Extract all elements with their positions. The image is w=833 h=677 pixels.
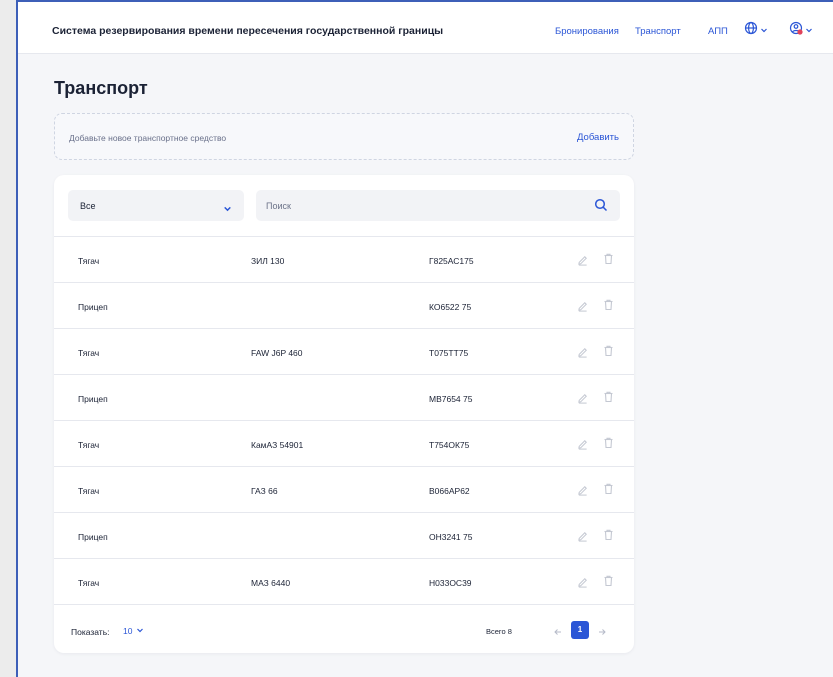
vehicle-model: ЗИЛ 130 — [251, 256, 285, 266]
table-footer: Показать: 10 Всего 8 1 — [54, 604, 634, 653]
nav-transport[interactable]: Транспорт — [635, 26, 681, 37]
table-row: Тягач ГАЗ 66 В066АР62 — [54, 466, 634, 512]
vehicle-type-select[interactable]: Все — [68, 190, 244, 221]
globe-icon — [744, 21, 758, 40]
user-menu[interactable] — [789, 21, 813, 39]
edit-icon[interactable] — [577, 299, 588, 317]
vehicle-model: FAW J6P 460 — [251, 348, 303, 358]
page-title: Транспорт — [54, 78, 148, 98]
vehicle-model: МАЗ 6440 — [251, 578, 291, 588]
nav-checkpoints[interactable]: АПП — [708, 26, 728, 37]
vehicle-plate: Н033ОС39 — [429, 578, 472, 588]
top-bar: Система резервирования времени пересечен… — [18, 0, 833, 53]
trash-icon[interactable] — [603, 436, 614, 454]
vehicle-type-value: Все — [80, 201, 96, 211]
edit-icon[interactable] — [577, 483, 588, 501]
table-row: Прицеп ОН3241 75 — [54, 512, 634, 558]
vehicle-type: Прицеп — [78, 394, 108, 404]
page-button-current[interactable]: 1 — [571, 621, 589, 639]
vehicle-plate: В066АР62 — [429, 486, 470, 496]
edit-icon[interactable] — [577, 529, 588, 547]
page-size-select[interactable]: 10 — [123, 626, 144, 636]
table-row: Прицеп КО6522 75 — [54, 282, 634, 328]
table-row: Тягач КамАЗ 54901 Т754ОК75 — [54, 420, 634, 466]
add-vehicle-panel: Добавьте новое транспортное средство Доб… — [54, 113, 634, 160]
vehicle-type: Прицеп — [78, 532, 108, 542]
arrow-right-icon[interactable] — [597, 624, 607, 642]
search-box — [256, 190, 620, 221]
add-vehicle-hint: Добавьте новое транспортное средство — [69, 133, 227, 143]
trash-icon[interactable] — [603, 574, 614, 592]
notification-dot-icon — [797, 28, 803, 35]
total-count: Всего 8 — [486, 627, 512, 636]
trash-icon[interactable] — [603, 252, 614, 270]
trash-icon[interactable] — [603, 298, 614, 316]
page-size-value: 10 — [123, 626, 133, 636]
vehicle-type: Тягач — [78, 256, 100, 266]
nav-bookings[interactable]: Бронирования — [555, 26, 619, 37]
table-row: Тягач FAW J6P 460 Т075ТТ75 — [54, 328, 634, 374]
edit-icon[interactable] — [577, 253, 588, 271]
vehicles-card: Все Тягач ЗИЛ 130 Г825АС175 Прицеп КО6522 75… — [54, 175, 634, 653]
edit-icon[interactable] — [577, 437, 588, 455]
user-icon — [789, 21, 803, 40]
search-input[interactable] — [266, 197, 566, 214]
table-row: Прицеп МВ7654 75 — [54, 374, 634, 420]
trash-icon[interactable] — [603, 344, 614, 362]
app-frame: Система резервирования времени пересечен… — [16, 0, 833, 677]
vehicle-type: Тягач — [78, 440, 100, 450]
vehicle-model: КамАЗ 54901 — [251, 440, 304, 450]
edit-icon[interactable] — [577, 345, 588, 363]
trash-icon[interactable] — [603, 390, 614, 408]
vehicle-plate: Т075ТТ75 — [429, 348, 469, 358]
vehicle-plate: Т754ОК75 — [429, 440, 470, 450]
language-menu[interactable] — [744, 21, 768, 39]
vehicle-type: Тягач — [78, 578, 100, 588]
page-size-label: Показать: — [71, 627, 110, 637]
table-row: Тягач МАЗ 6440 Н033ОС39 — [54, 558, 634, 604]
vehicle-type: Прицеп — [78, 302, 108, 312]
vehicle-plate: Г825АС175 — [429, 256, 474, 266]
vehicle-plate: МВ7654 75 — [429, 394, 473, 404]
edit-icon[interactable] — [577, 575, 588, 593]
vehicle-plate: КО6522 75 — [429, 302, 472, 312]
vehicle-type: Тягач — [78, 486, 100, 496]
edit-icon[interactable] — [577, 391, 588, 409]
chevron-down-icon — [223, 200, 232, 218]
vehicle-type: Тягач — [78, 348, 100, 358]
search-icon[interactable] — [594, 198, 608, 217]
chevron-down-icon — [805, 21, 813, 39]
add-vehicle-button[interactable]: Добавить — [577, 132, 619, 143]
vehicle-plate: ОН3241 75 — [429, 532, 473, 542]
chevron-down-icon — [760, 21, 768, 39]
vehicles-table: Тягач ЗИЛ 130 Г825АС175 Прицеп КО6522 75 Тяга… — [54, 236, 634, 604]
chevron-down-icon — [136, 626, 144, 636]
app-title: Система резервирования времени пересечен… — [52, 25, 444, 37]
trash-icon[interactable] — [603, 482, 614, 500]
trash-icon[interactable] — [603, 528, 614, 546]
vehicle-model: ГАЗ 66 — [251, 486, 278, 496]
table-row: Тягач ЗИЛ 130 Г825АС175 — [54, 236, 634, 282]
arrow-left-icon[interactable] — [553, 624, 563, 642]
